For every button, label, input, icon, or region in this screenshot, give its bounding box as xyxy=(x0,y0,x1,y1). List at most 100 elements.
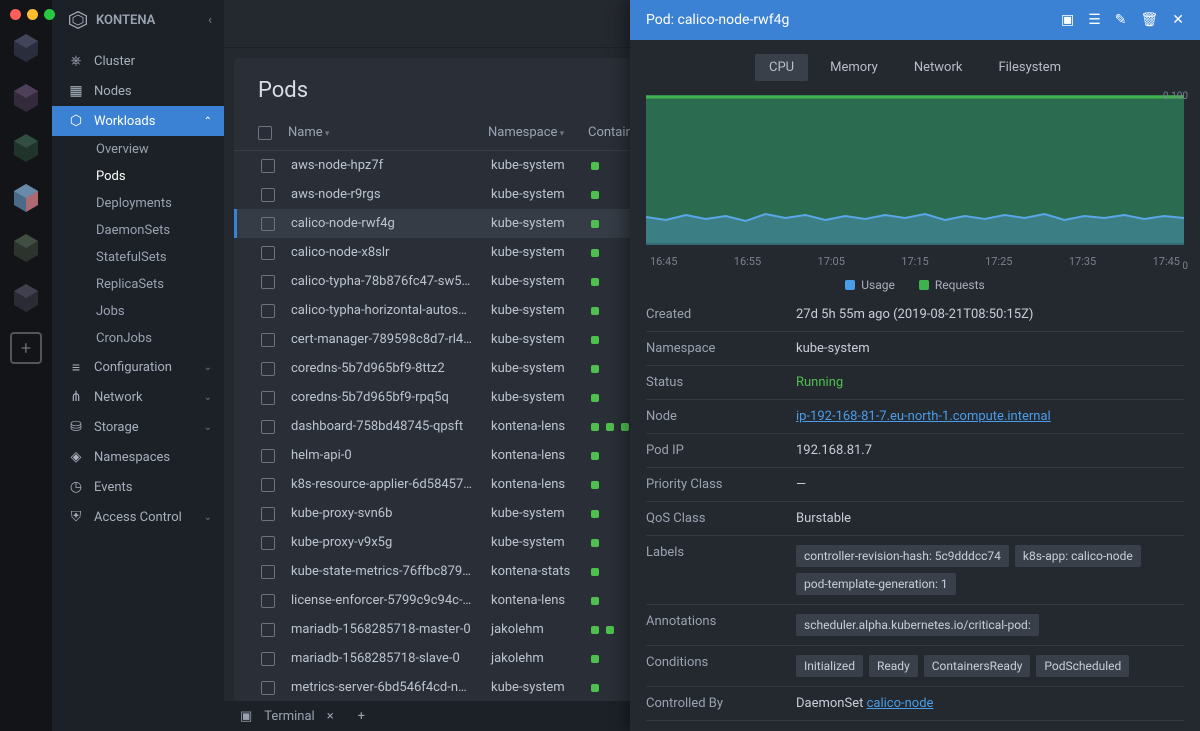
tag: pod-template-generation: 1 xyxy=(796,573,956,595)
sidebar-sub-statefulsets[interactable]: StatefulSets xyxy=(52,244,224,271)
sidebar-item-label: Configuration xyxy=(94,360,172,375)
detail-field-qos-class: QoS ClassBurstable xyxy=(646,501,1184,535)
delete-icon[interactable]: 🗑 xyxy=(1140,12,1158,28)
detail-body: Created27d 5h 55m ago (2019-08-21T08:50:… xyxy=(630,298,1200,731)
detail-link[interactable]: calico-node xyxy=(867,696,934,711)
sidebar-sub-overview[interactable]: Overview xyxy=(52,136,224,163)
sidebar-sub-cronjobs[interactable]: CronJobs xyxy=(52,325,224,352)
row-checkbox[interactable] xyxy=(261,594,275,608)
close-terminal-icon[interactable]: × xyxy=(327,709,334,724)
chart-legend: UsageRequests xyxy=(646,268,1184,298)
sidebar-item-label: Namespaces xyxy=(94,450,170,465)
detail-title: Pod: calico-node-rwf4g xyxy=(646,12,789,28)
select-all-checkbox[interactable] xyxy=(258,126,272,140)
pod-name: coredns-5b7d965bf9-8ttz2 xyxy=(291,361,491,376)
tag: k8s-app: calico-node xyxy=(1015,545,1141,567)
sidebar-item-access-control[interactable]: ⛨Access Control⌄ xyxy=(52,502,224,532)
row-checkbox[interactable] xyxy=(261,507,275,521)
row-checkbox[interactable] xyxy=(261,275,275,289)
column-namespace[interactable]: Namespace xyxy=(488,125,588,140)
sidebar-item-configuration[interactable]: ≡Configuration⌄ xyxy=(52,352,224,382)
pod-name: cert-manager-789598c8d7-rl4… xyxy=(291,332,491,347)
column-name[interactable]: Name xyxy=(288,125,488,140)
pod-name: mariadb-1568285718-slave-0 xyxy=(291,651,491,666)
pod-namespace: kube-system xyxy=(491,158,591,173)
edit-icon[interactable]: ✎ xyxy=(1115,12,1127,28)
cluster-cube[interactable] xyxy=(10,132,42,164)
workloads-icon: ⬡ xyxy=(68,113,84,129)
brand: KONTENA ‹ xyxy=(52,0,224,46)
metric-tab-cpu[interactable]: CPU xyxy=(755,54,808,81)
add-cluster-button[interactable]: + xyxy=(10,332,42,364)
chevron-icon: ⌄ xyxy=(204,512,212,523)
sidebar-sub-pods[interactable]: Pods xyxy=(52,163,224,190)
pod-namespace: kontena-lens xyxy=(491,477,591,492)
detail-field-namespace: Namespacekube-system xyxy=(646,331,1184,365)
cluster-cube-active[interactable] xyxy=(10,182,42,214)
metric-tab-filesystem[interactable]: Filesystem xyxy=(984,54,1075,81)
sidebar-item-cluster[interactable]: ⎈Cluster xyxy=(52,46,224,76)
chart-ymax: 0.100 xyxy=(1163,91,1188,102)
sidebar-item-label: Storage xyxy=(94,420,139,435)
logs-icon[interactable]: ☰ xyxy=(1088,12,1101,28)
sidebar-sub-jobs[interactable]: Jobs xyxy=(52,298,224,325)
terminal-label: Terminal xyxy=(264,709,314,724)
sidebar-item-label: Workloads xyxy=(94,114,155,129)
sidebar-item-workloads[interactable]: ⬡Workloads⌃ xyxy=(52,106,224,136)
pod-name: metrics-server-6bd546f4cd-n… xyxy=(291,680,491,695)
pod-name: k8s-resource-applier-6d58457… xyxy=(291,477,491,492)
close-icon[interactable]: ✕ xyxy=(1172,12,1184,28)
metric-tab-memory[interactable]: Memory xyxy=(816,54,892,81)
shell-icon[interactable]: ▣ xyxy=(1061,12,1074,28)
chart-tick: 17:25 xyxy=(985,255,1012,268)
row-checkbox[interactable] xyxy=(261,246,275,260)
pod-name: calico-typha-78b876fc47-sw5… xyxy=(291,274,491,289)
tag: controller-revision-hash: 5c9dddcc74 xyxy=(796,545,1009,567)
row-checkbox[interactable] xyxy=(261,565,275,579)
metric-tab-network[interactable]: Network xyxy=(900,54,977,81)
rbac-icon: ⛨ xyxy=(68,509,84,525)
row-checkbox[interactable] xyxy=(261,652,275,666)
cluster-cube[interactable] xyxy=(10,32,42,64)
sidebar-item-namespaces[interactable]: ◈Namespaces xyxy=(52,442,224,472)
pod-name: license-enforcer-5799c9c94c-… xyxy=(291,593,491,608)
cluster-cube[interactable] xyxy=(10,82,42,114)
pod-namespace: kube-system xyxy=(491,506,591,521)
collapse-sidebar-icon[interactable]: ‹ xyxy=(208,13,212,28)
row-checkbox[interactable] xyxy=(261,217,275,231)
sidebar-item-label: Nodes xyxy=(94,84,132,99)
row-checkbox[interactable] xyxy=(261,188,275,202)
detail-link[interactable]: ip-192-168-81-7.eu-north-1.compute.inter… xyxy=(796,409,1051,424)
sidebar-item-nodes[interactable]: ▦Nodes xyxy=(52,76,224,106)
sidebar-item-events[interactable]: ◷Events xyxy=(52,472,224,502)
sidebar-sub-daemonsets[interactable]: DaemonSets xyxy=(52,217,224,244)
sidebar-item-label: Network xyxy=(94,390,143,405)
row-checkbox[interactable] xyxy=(261,159,275,173)
row-checkbox[interactable] xyxy=(261,304,275,318)
row-checkbox[interactable] xyxy=(261,391,275,405)
row-checkbox[interactable] xyxy=(261,362,275,376)
pod-name: coredns-5b7d965bf9-rpq5q xyxy=(291,390,491,405)
sidebar-sub-replicasets[interactable]: ReplicaSets xyxy=(52,271,224,298)
row-checkbox[interactable] xyxy=(261,420,275,434)
terminal-icon[interactable]: ▣ xyxy=(240,709,252,724)
row-checkbox[interactable] xyxy=(261,681,275,695)
pod-name: kube-proxy-v9x5g xyxy=(291,535,491,550)
add-terminal-icon[interactable]: + xyxy=(358,709,365,724)
row-checkbox[interactable] xyxy=(261,449,275,463)
storage-icon: ⛁ xyxy=(68,419,84,435)
row-checkbox[interactable] xyxy=(261,478,275,492)
window-controls[interactable] xyxy=(10,9,55,20)
cluster-cube[interactable] xyxy=(10,282,42,314)
row-checkbox[interactable] xyxy=(261,623,275,637)
pod-namespace: kontena-lens xyxy=(491,419,591,434)
sidebar-item-storage[interactable]: ⛁Storage⌄ xyxy=(52,412,224,442)
cluster-cube[interactable] xyxy=(10,232,42,264)
sidebar-sub-deployments[interactable]: Deployments xyxy=(52,190,224,217)
chart-tick: 17:35 xyxy=(1069,255,1096,268)
pod-name: calico-node-x8slr xyxy=(291,245,491,260)
cluster-rail: + xyxy=(0,0,52,731)
sidebar-item-network[interactable]: ⋔Network⌄ xyxy=(52,382,224,412)
row-checkbox[interactable] xyxy=(261,536,275,550)
row-checkbox[interactable] xyxy=(261,333,275,347)
